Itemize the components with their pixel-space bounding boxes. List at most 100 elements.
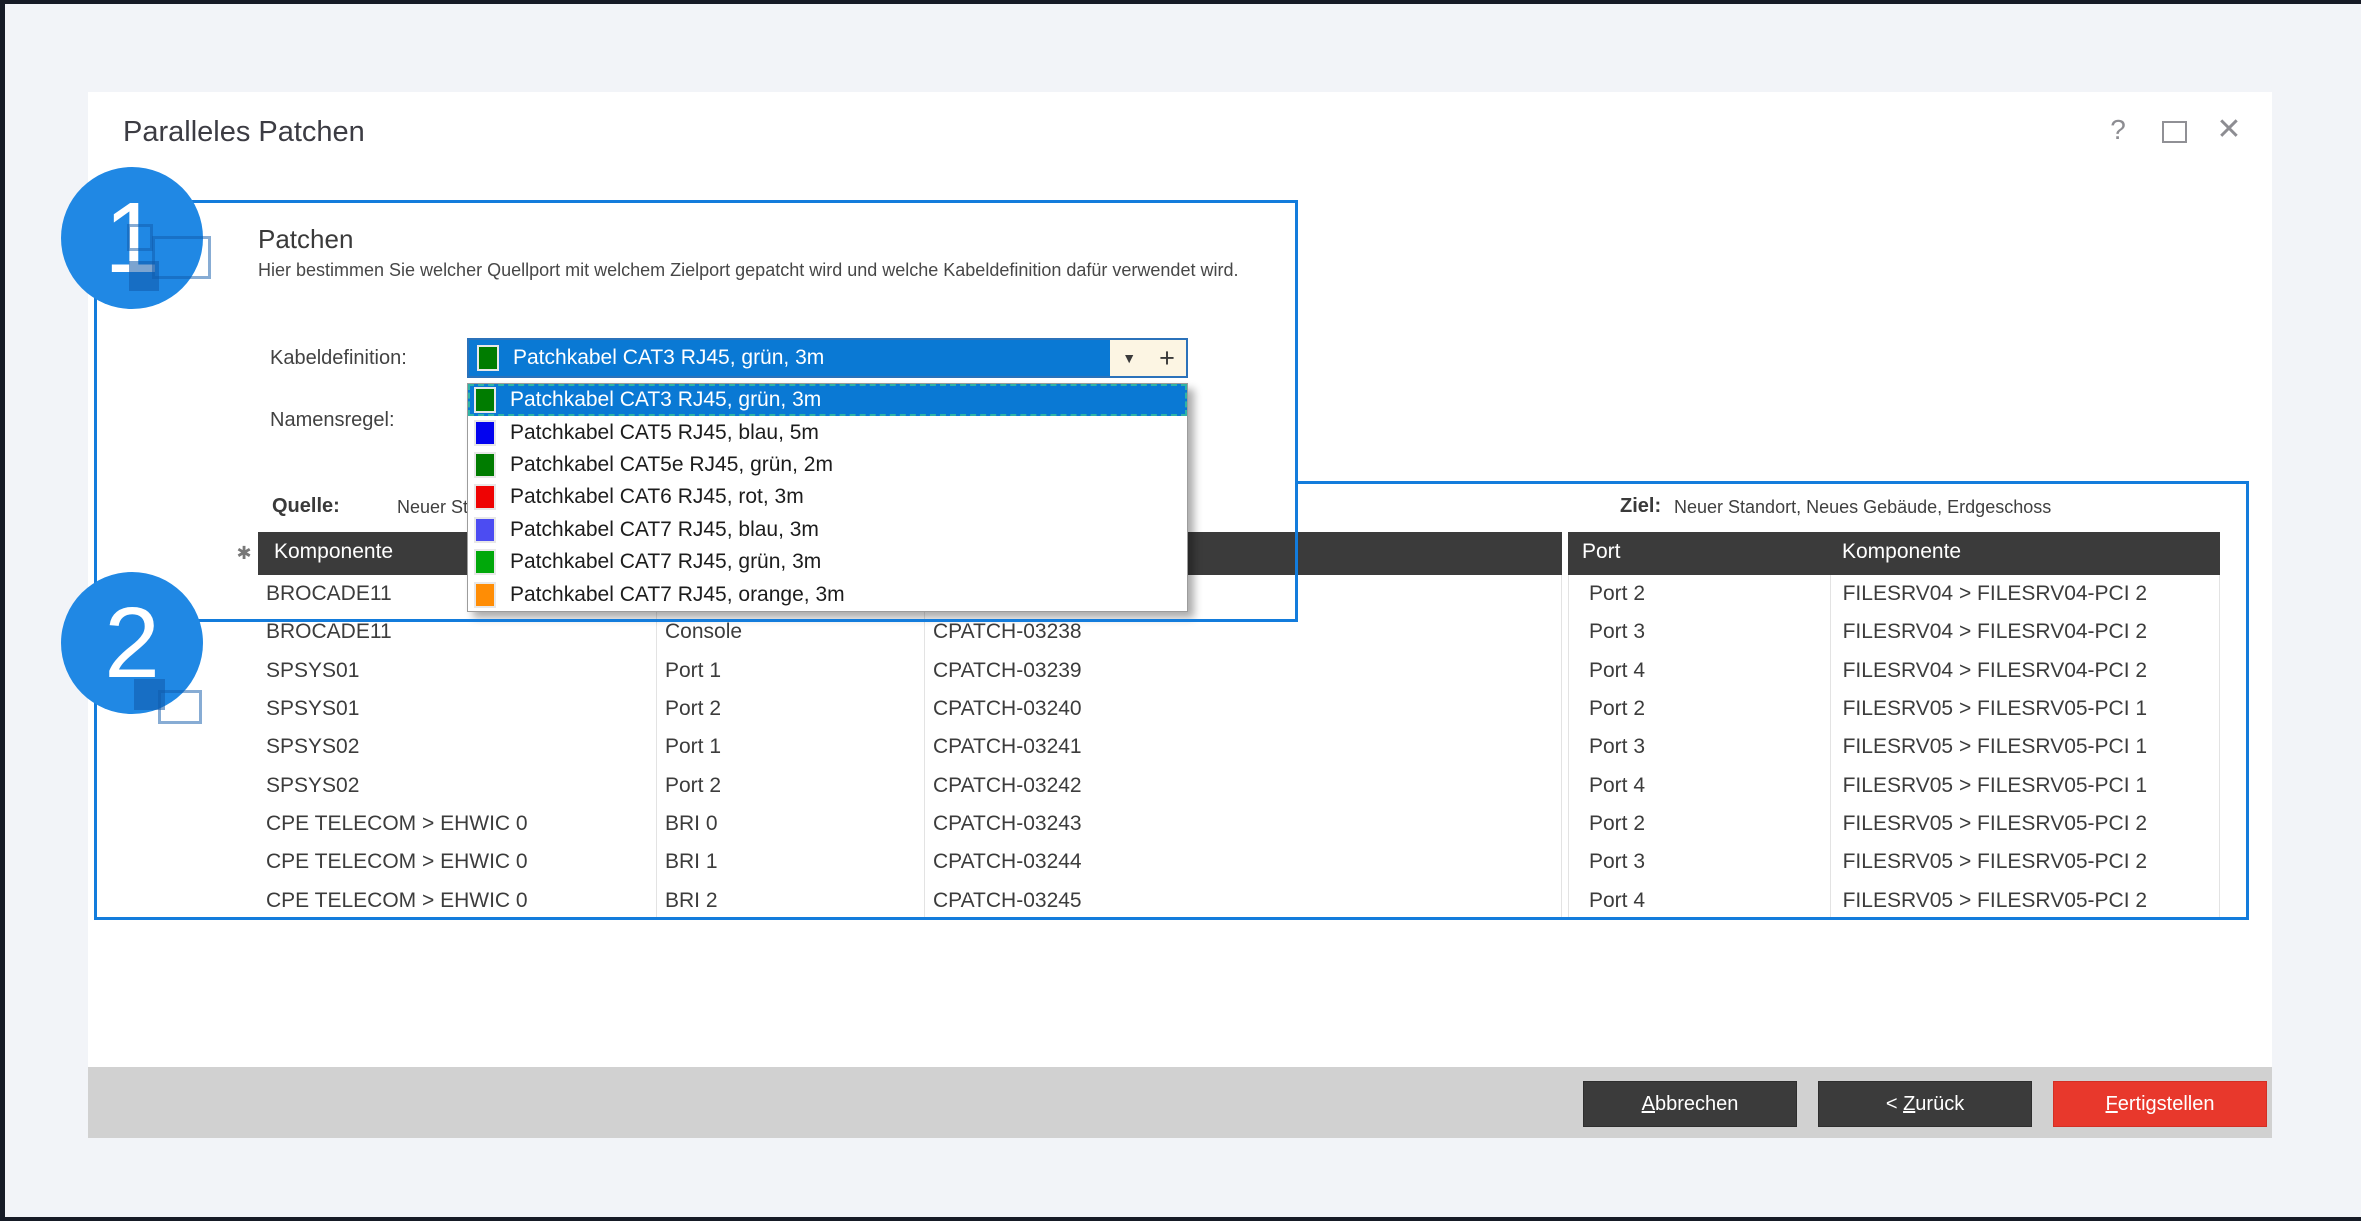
table-cell: FILESRV05 > FILESRV05-PCI 1 [1831, 767, 2220, 805]
table-cell: Port 3 [1569, 613, 1831, 651]
table-row[interactable]: CPE TELECOM > EHWIC 0BRI 0CPATCH-03243 [258, 805, 1562, 843]
help-icon[interactable]: ? [2102, 114, 2134, 150]
cable-color-swatch [474, 420, 496, 446]
table-cell: SPSYS02 [258, 767, 657, 805]
cable-color-swatch [474, 549, 496, 575]
screen: Paralleles Patchen ? ✕ Patchen Hier best… [0, 0, 2361, 1221]
table-cell: CPATCH-03245 [925, 882, 1562, 920]
column-header-komponente[interactable]: Komponente [1842, 540, 1961, 564]
table-row[interactable]: Port 4FILESRV05 > FILESRV05-PCI 1 [1569, 767, 2220, 805]
step-heading: Patchen [258, 224, 353, 255]
table-cell: Console [657, 613, 925, 651]
cable-color-swatch [474, 582, 496, 608]
table-row[interactable]: Port 3FILESRV05 > FILESRV05-PCI 2 [1569, 843, 2220, 881]
table-cell: SPSYS01 [258, 652, 657, 690]
target-location: Neuer Standort, Neues Gebäude, Erdgescho… [1674, 497, 2051, 518]
table-row[interactable]: SPSYS02Port 2CPATCH-03242 [258, 767, 1562, 805]
table-cell: Port 2 [1569, 805, 1831, 843]
step2-badge: 2 [61, 572, 203, 714]
table-row[interactable]: Port 2FILESRV05 > FILESRV05-PCI 2 [1569, 805, 2220, 843]
dropdown-item-label: Patchkabel CAT7 RJ45, grün, 3m [510, 550, 821, 574]
table-row[interactable]: BROCADE11ConsoleCPATCH-03238 [258, 613, 1562, 651]
table-row[interactable]: Port 4FILESRV04 > FILESRV04-PCI 2 [1569, 652, 2220, 690]
page-title: Paralleles Patchen [123, 116, 365, 149]
cable-definition-combobox[interactable]: Patchkabel CAT3 RJ45, grün, 3m ▼ + [467, 338, 1188, 378]
target-label: Ziel: [1620, 495, 1661, 518]
button-label: ertigstellen [2118, 1093, 2215, 1116]
table-cell: FILESRV05 > FILESRV05-PCI 2 [1831, 843, 2220, 881]
table-cell: CPATCH-03241 [925, 728, 1562, 766]
source-label: Quelle: [272, 495, 340, 518]
button-mnemonic: A [1642, 1093, 1655, 1116]
table-cell: CPATCH-03244 [925, 843, 1562, 881]
button-label-prefix: < [1886, 1093, 1903, 1116]
table-row[interactable]: Port 2FILESRV05 > FILESRV05-PCI 1 [1569, 690, 2220, 728]
combobox-dropdown-button[interactable]: ▼ [1110, 340, 1148, 376]
table-cell: CPATCH-03239 [925, 652, 1562, 690]
table-cell: BRI 0 [657, 805, 925, 843]
table-cell: Port 3 [1569, 728, 1831, 766]
column-header-port[interactable]: Port [1582, 540, 1621, 564]
cable-color-swatch [477, 345, 499, 371]
table-cell: Port 1 [657, 652, 925, 690]
table-row[interactable]: Port 2FILESRV04 > FILESRV04-PCI 2 [1569, 575, 2220, 613]
step1-badge: 1 [61, 167, 203, 309]
step1-number: 1 [104, 181, 160, 296]
dropdown-item[interactable]: Patchkabel CAT5e RJ45, grün, 2m [468, 449, 1187, 481]
column-header-komponente[interactable]: Komponente [274, 540, 393, 564]
dropdown-item[interactable]: Patchkabel CAT7 RJ45, blau, 3m [468, 514, 1187, 546]
step2-number: 2 [104, 586, 160, 701]
table-row[interactable]: SPSYS02Port 1CPATCH-03241 [258, 728, 1562, 766]
dropdown-item[interactable]: Patchkabel CAT5 RJ45, blau, 5m [468, 416, 1187, 448]
combobox-value-text: Patchkabel CAT3 RJ45, grün, 3m [513, 346, 824, 370]
back-button[interactable]: < Zurück [1818, 1081, 2032, 1127]
table-row[interactable]: CPE TELECOM > EHWIC 0BRI 2CPATCH-03245 [258, 882, 1562, 920]
table-cell: Port 2 [1569, 690, 1831, 728]
table-cell: CPATCH-03240 [925, 690, 1562, 728]
close-icon[interactable]: ✕ [2212, 112, 2246, 150]
chevron-down-icon: ▼ [1122, 350, 1136, 366]
button-mnemonic: F [2106, 1093, 2118, 1116]
cable-color-swatch [474, 387, 496, 413]
table-row[interactable]: CPE TELECOM > EHWIC 0BRI 1CPATCH-03244 [258, 843, 1562, 881]
target-table-header: Port Komponente [1568, 532, 2220, 575]
dropdown-item[interactable]: Patchkabel CAT7 RJ45, orange, 3m [468, 578, 1187, 610]
table-cell: SPSYS02 [258, 728, 657, 766]
plus-icon: + [1159, 343, 1175, 374]
table-cell: FILESRV04 > FILESRV04-PCI 2 [1831, 613, 2220, 651]
table-cell: Port 2 [657, 767, 925, 805]
finish-button[interactable]: Fertigstellen [2053, 1081, 2267, 1127]
table-cell: CPE TELECOM > EHWIC 0 [258, 882, 657, 920]
table-row[interactable]: SPSYS01Port 2CPATCH-03240 [258, 690, 1562, 728]
cable-color-swatch [474, 517, 496, 543]
source-table-body: BROCADE11BROCADE11ConsoleCPATCH-03238SPS… [258, 575, 1562, 920]
table-row[interactable]: SPSYS01Port 1CPATCH-03239 [258, 652, 1562, 690]
table-cell: CPE TELECOM > EHWIC 0 [258, 843, 657, 881]
table-cell: SPSYS01 [258, 690, 657, 728]
table-cell: Port 1 [657, 728, 925, 766]
maximize-icon[interactable] [2162, 121, 2187, 143]
table-cell: BROCADE11 [258, 613, 657, 651]
cable-definition-label: Kabeldefinition: [270, 347, 407, 370]
dropdown-item[interactable]: Patchkabel CAT7 RJ45, grün, 3m [468, 546, 1187, 578]
table-row[interactable]: Port 3FILESRV05 > FILESRV05-PCI 1 [1569, 728, 2220, 766]
button-label: urück [1915, 1093, 1964, 1116]
name-rule-label: Namensregel: [270, 409, 395, 432]
combobox-selected-value: Patchkabel CAT3 RJ45, grün, 3m [469, 340, 1110, 376]
table-cell: Port 4 [1569, 767, 1831, 805]
target-table-body: Port 2FILESRV04 > FILESRV04-PCI 2Port 3F… [1568, 575, 2220, 920]
cable-color-swatch [474, 484, 496, 510]
cable-definition-dropdown-list: Patchkabel CAT3 RJ45, grün, 3m Patchkabel… [467, 383, 1188, 612]
table-cell: Port 4 [1569, 652, 1831, 690]
dropdown-item[interactable]: Patchkabel CAT3 RJ45, grün, 3m [468, 384, 1187, 416]
add-cable-definition-button[interactable]: + [1148, 340, 1186, 376]
table-cell: BRI 2 [657, 882, 925, 920]
cancel-button[interactable]: Abbrechen [1583, 1081, 1797, 1127]
button-label: bbrechen [1655, 1093, 1738, 1116]
dropdown-item[interactable]: Patchkabel CAT6 RJ45, rot, 3m [468, 481, 1187, 513]
table-row[interactable]: Port 4FILESRV05 > FILESRV05-PCI 2 [1569, 882, 2220, 920]
dropdown-item-label: Patchkabel CAT5 RJ45, blau, 5m [510, 421, 819, 445]
table-cell: FILESRV05 > FILESRV05-PCI 1 [1831, 728, 2220, 766]
table-row[interactable]: Port 3FILESRV04 > FILESRV04-PCI 2 [1569, 613, 2220, 651]
row-indicator-icon: ✱ [230, 532, 258, 575]
